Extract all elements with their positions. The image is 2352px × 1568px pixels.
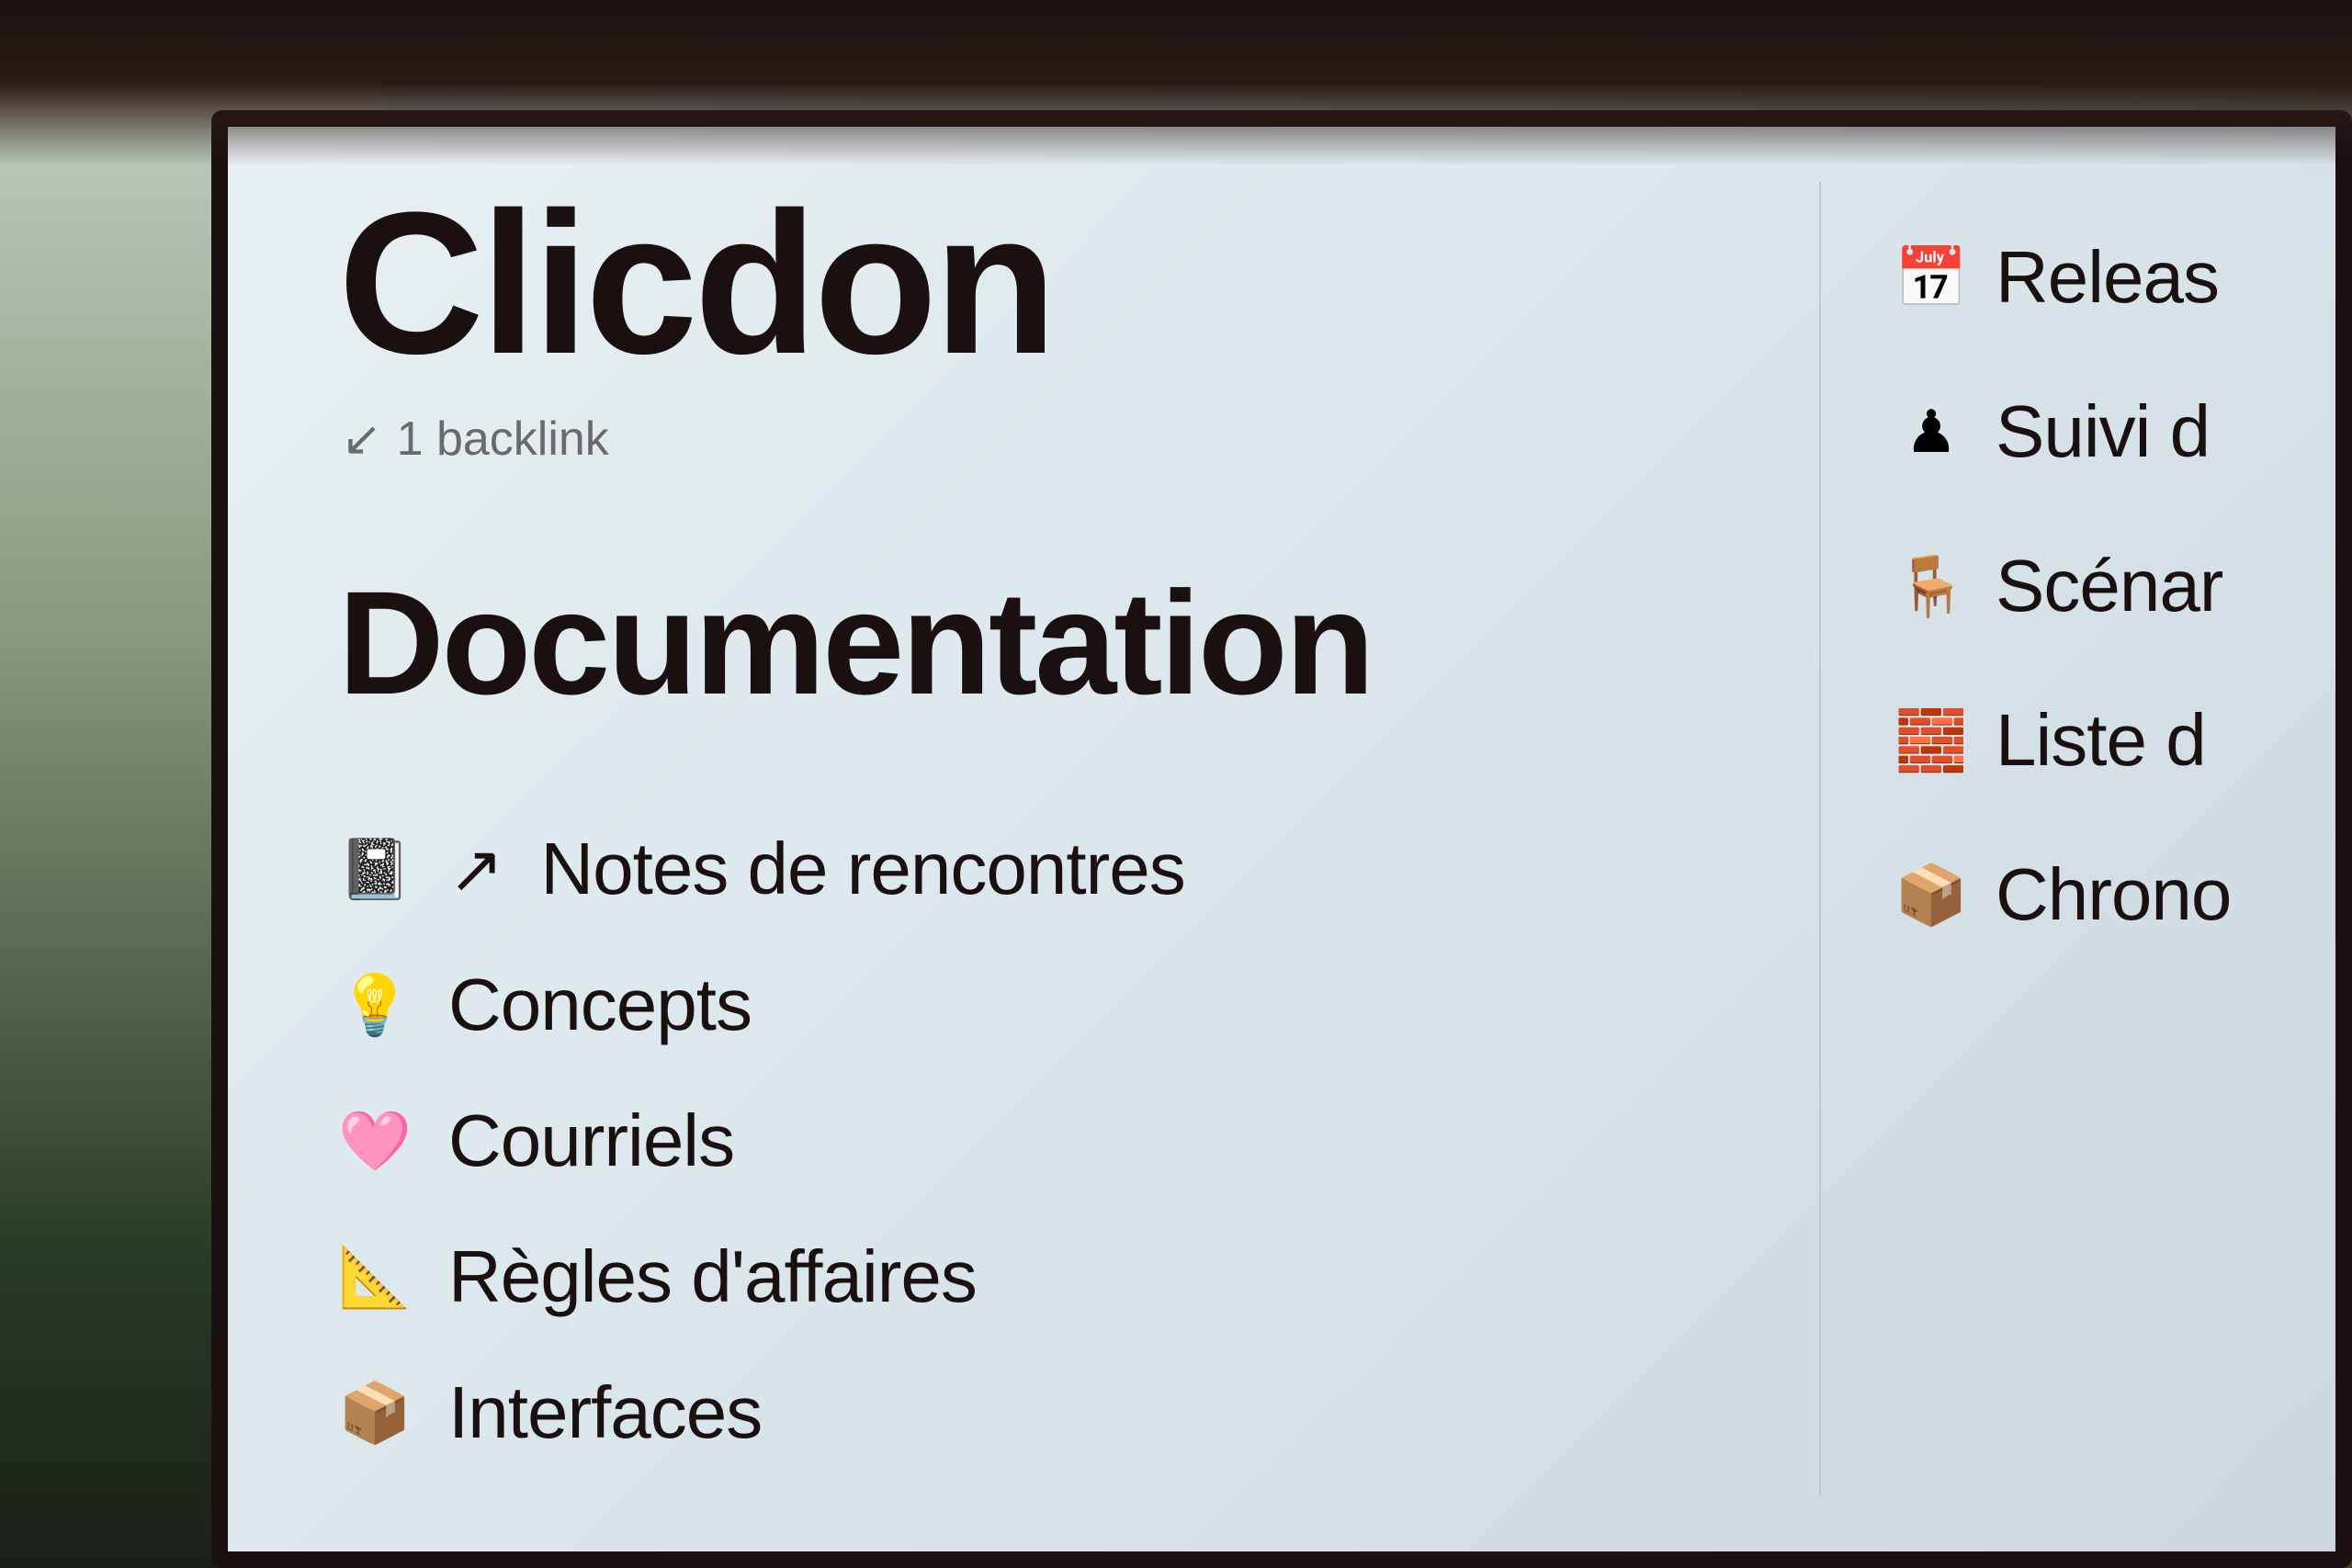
scenarios-icon: 🪑 bbox=[1894, 549, 1968, 623]
suivi-icon: ♟ bbox=[1894, 395, 1968, 468]
right-item-liste[interactable]: 🧱 Liste d bbox=[1894, 663, 2299, 818]
column-divider bbox=[1819, 182, 1821, 1496]
interfaces-icon: 📦 bbox=[338, 1376, 412, 1450]
courriels-label: Courriels bbox=[448, 1099, 734, 1183]
concepts-label: Concepts bbox=[448, 963, 752, 1047]
backlink-icon: ↙ bbox=[342, 412, 382, 467]
chrono-icon: 📦 bbox=[1894, 858, 1968, 931]
courriels-icon: 🩷 bbox=[338, 1104, 412, 1178]
right-item-chrono[interactable]: 📦 Chrono bbox=[1894, 818, 2299, 972]
monitor-screen: Clicdon ↙ 1 backlink Documentation 📓 ↗ N… bbox=[228, 127, 2335, 1551]
chrono-label: Chrono bbox=[1996, 852, 2231, 937]
release-icon: 📅 bbox=[1894, 241, 1968, 314]
notes-rencontres-icon: 📓 bbox=[338, 832, 412, 906]
backlink-text: 1 backlink bbox=[397, 412, 609, 467]
content-area: Clicdon ↙ 1 backlink Documentation 📓 ↗ N… bbox=[228, 127, 2335, 1551]
scenarios-label: Scénar bbox=[1996, 544, 2222, 628]
release-label: Releas bbox=[1996, 235, 2219, 320]
right-item-scenarios[interactable]: 🪑 Scénar bbox=[1894, 509, 2299, 663]
arrow-link-icon: ↗ bbox=[448, 830, 503, 908]
liste-icon: 🧱 bbox=[1894, 704, 1968, 777]
right-item-release[interactable]: 📅 Releas bbox=[1894, 200, 2299, 355]
regles-label: Règles d'affaires bbox=[448, 1235, 977, 1319]
interfaces-label: Interfaces bbox=[448, 1371, 762, 1455]
monitor-frame: Clicdon ↙ 1 backlink Documentation 📓 ↗ N… bbox=[211, 110, 2352, 1568]
top-bar-decoration bbox=[0, 0, 2352, 165]
regles-icon: 📐 bbox=[338, 1240, 412, 1314]
right-item-suivi[interactable]: ♟ Suivi d bbox=[1894, 355, 2299, 509]
suivi-label: Suivi d bbox=[1996, 389, 2210, 474]
right-column: 📅 Releas ♟ Suivi d 🪑 Scénar 🧱 Liste d bbox=[1858, 127, 2335, 1551]
liste-label: Liste d bbox=[1996, 698, 2206, 783]
concepts-icon: 💡 bbox=[338, 968, 412, 1042]
notes-rencontres-label: Notes de rencontres bbox=[540, 827, 1184, 911]
